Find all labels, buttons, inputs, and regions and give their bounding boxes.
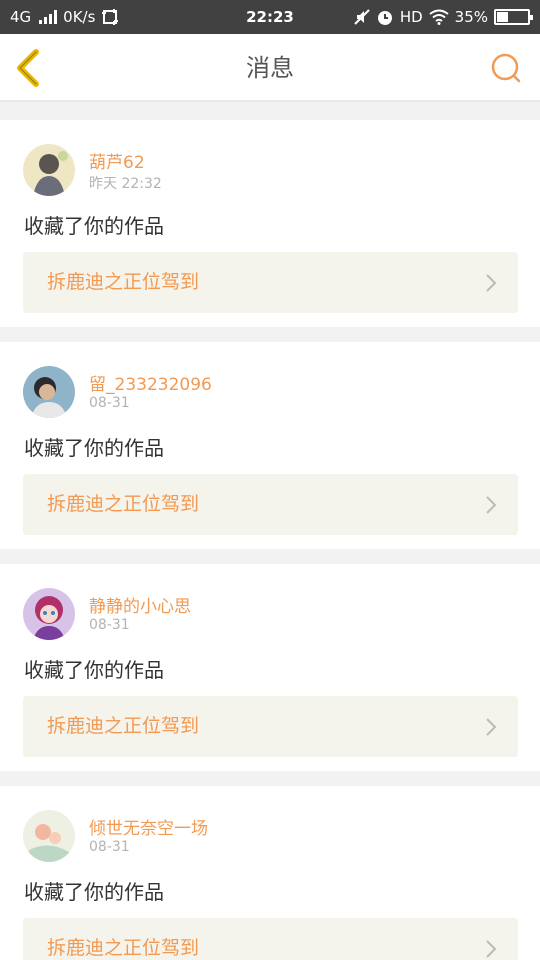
action-text: 收藏了你的作品: [24, 436, 164, 460]
status-bar: 4G 0K/s 22:23 HD 35%: [0, 0, 540, 34]
work-title: 拆鹿迪之正位驾到: [47, 493, 200, 515]
notification-item: 留_233232096 08-31 收藏了你的作品 拆鹿迪之正位驾到: [0, 342, 540, 549]
timestamp: 08-31: [89, 617, 130, 633]
battery-percent: 35%: [454, 8, 488, 26]
hd-indicator: HD: [399, 8, 423, 26]
alarm-icon: [377, 11, 392, 25]
search-icon[interactable]: [490, 52, 522, 84]
timestamp: 08-31: [89, 839, 130, 855]
work-title: 拆鹿迪之正位驾到: [47, 271, 200, 293]
battery-icon: [494, 9, 533, 25]
work-link[interactable]: 拆鹿迪之正位驾到: [23, 918, 518, 960]
notification-list: 葫芦62 昨天 22:32 收藏了你的作品 拆鹿迪之正位驾到 留_2332320…: [0, 120, 540, 960]
screenshot-icon: [102, 9, 119, 25]
chevron-right-icon: [486, 496, 497, 514]
username[interactable]: 静静的小心思: [89, 592, 191, 617]
username[interactable]: 倾世无奈空一场: [89, 814, 208, 839]
mute-icon: [354, 9, 370, 25]
work-link[interactable]: 拆鹿迪之正位驾到: [23, 696, 518, 757]
notification-item: 葫芦62 昨天 22:32 收藏了你的作品 拆鹿迪之正位驾到: [0, 120, 540, 327]
work-title: 拆鹿迪之正位驾到: [47, 715, 200, 737]
network-speed: 0K/s: [63, 8, 96, 26]
wifi-icon: [429, 9, 449, 25]
chevron-right-icon: [486, 718, 497, 736]
signal-icon: [39, 10, 58, 24]
avatar[interactable]: [23, 588, 75, 640]
username[interactable]: 留_233232096: [89, 370, 212, 395]
work-link[interactable]: 拆鹿迪之正位驾到: [23, 474, 518, 535]
avatar[interactable]: [23, 144, 75, 196]
battery-level: [497, 12, 508, 22]
action-text: 收藏了你的作品: [24, 214, 164, 238]
timestamp: 昨天 22:32: [89, 176, 162, 192]
page-title: 消息: [246, 54, 294, 82]
action-text: 收藏了你的作品: [24, 880, 164, 904]
avatar[interactable]: [23, 810, 75, 862]
nav-bar: 消息: [0, 34, 540, 102]
chevron-right-icon: [486, 940, 497, 958]
username[interactable]: 葫芦62: [89, 148, 145, 173]
notification-item: 静静的小心思 08-31 收藏了你的作品 拆鹿迪之正位驾到: [0, 564, 540, 771]
action-text: 收藏了你的作品: [24, 658, 164, 682]
timestamp: 08-31: [89, 395, 130, 411]
work-link[interactable]: 拆鹿迪之正位驾到: [23, 252, 518, 313]
notification-item: 倾世无奈空一场 08-31 收藏了你的作品 拆鹿迪之正位驾到: [0, 786, 540, 960]
chevron-right-icon: [486, 274, 497, 292]
work-title: 拆鹿迪之正位驾到: [47, 937, 200, 959]
network-type: 4G: [10, 8, 32, 26]
avatar[interactable]: [23, 366, 75, 418]
